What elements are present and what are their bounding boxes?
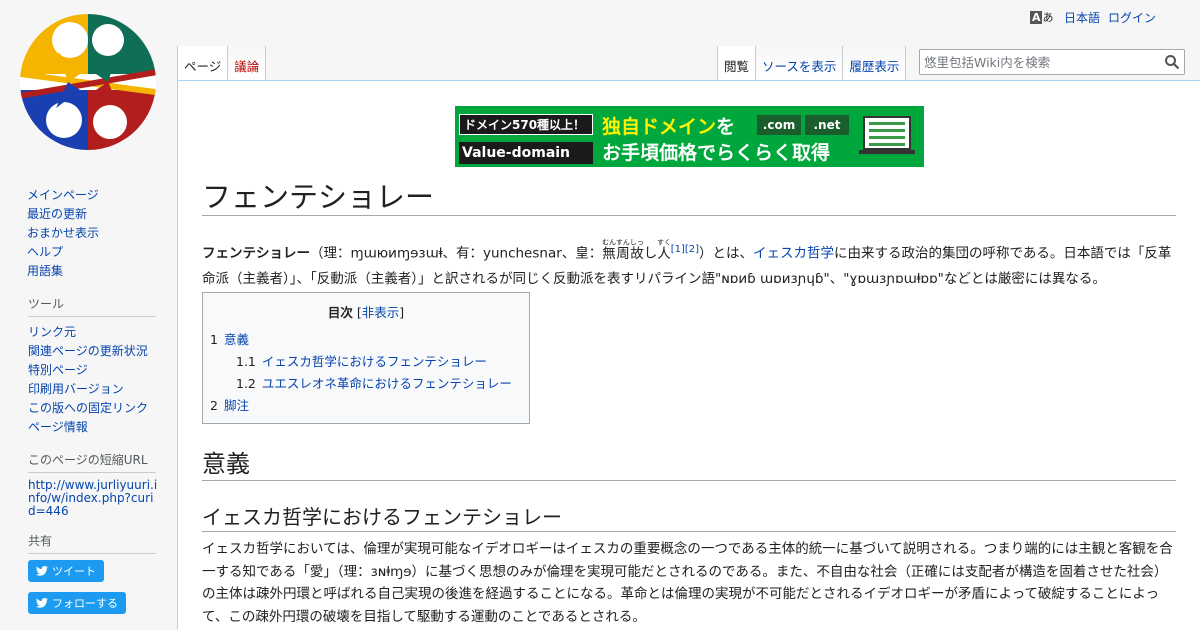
ruby-word-2: 人すく: [656, 238, 671, 262]
sidebar-item-random[interactable]: おまかせ表示: [27, 226, 99, 240]
toc-item[interactable]: 2 脚注: [210, 395, 529, 417]
search-box: [919, 49, 1185, 75]
monitor-stand: [859, 150, 915, 154]
subsection-heading: イェスカ哲学におけるフェンテショレー: [202, 503, 1176, 532]
toc-item[interactable]: 1 意義: [210, 329, 529, 351]
sidebar-item-what-links-here[interactable]: リンク元: [28, 325, 76, 339]
sidebar-shorturl: このページの短縮URL http://www.jurliyuuri.info/w…: [28, 451, 176, 518]
tab-talk[interactable]: 議論: [228, 46, 267, 80]
sidebar-navigation: メインページ 最近の更新 おまかせ表示 ヘルプ 用語集: [27, 186, 176, 281]
tweet-button[interactable]: ツイート: [28, 560, 104, 582]
toc-title: 目次 [非表示]: [327, 305, 405, 320]
lead-text-3: ）とは、: [699, 245, 754, 262]
search-input[interactable]: [920, 50, 1156, 74]
sidebar-item-special-pages[interactable]: 特別ページ: [28, 363, 88, 377]
toc-list: 1 意義 1.1 イェスカ哲学におけるフェンテショレー 1.2 ユエスレオネ革命におけ…: [210, 329, 529, 417]
sidebar-tools-heading: ツール: [28, 295, 156, 317]
sidebar: メインページ 最近の更新 おまかせ表示 ヘルプ 用語集 ツール リンク元 関連ペ…: [0, 180, 176, 630]
banner-headline: 独自ドメインを: [602, 116, 736, 138]
tab-read[interactable]: 閲覧: [717, 46, 757, 80]
sidebar-item-page-info[interactable]: ページ情報: [28, 420, 88, 434]
table-of-contents: 目次 [非表示] 1 意義 1.1 イェスカ哲学におけるフェンテショレー 1.2 ユエ…: [202, 292, 530, 424]
banner-com: .com: [757, 115, 801, 135]
tweet-label: ツイート: [52, 565, 96, 578]
yesuka-philosophy-link[interactable]: イェスカ哲学: [753, 246, 834, 262]
tab-page[interactable]: ページ: [177, 46, 229, 80]
lead-text-2: し: [643, 245, 658, 262]
ad-banner[interactable]: ドメイン570種以上！ Value-domain 独自ドメインを お手頃価格でら…: [455, 106, 924, 167]
twitter-bird-icon: [36, 566, 48, 576]
follow-label: フォローする: [52, 597, 118, 610]
sidebar-item-help[interactable]: ヘルプ: [27, 245, 63, 259]
tab-view-source[interactable]: ソースを表示: [756, 46, 844, 80]
toc-item[interactable]: 1.2 ユエスレオネ革命におけるフェンテショレー: [236, 373, 529, 395]
toc-toggle[interactable]: 非表示: [362, 305, 400, 320]
banner-net: .net: [805, 115, 849, 135]
lead-text-1: （理：ɱɯюиɱɘɜɯⱡ、有：yunchesnar、皇：: [310, 245, 603, 262]
follow-button[interactable]: フォローする: [28, 592, 126, 614]
sidebar-item-permalink[interactable]: この版への固定リンク: [28, 401, 148, 415]
ref-2[interactable]: [2]: [685, 244, 699, 255]
namespace-tabs: ページ 議論: [177, 46, 267, 80]
site-logo[interactable]: [18, 12, 158, 152]
sidebar-item-related-changes[interactable]: 関連ページの更新状況: [28, 344, 148, 358]
sidebar-share: 共有 ツイート フォローする: [28, 532, 176, 624]
monitor-icon: [863, 116, 911, 150]
body-paragraph: イェスカ哲学においては、倫理が実現可能なイデオロギーはイェスカの重要概念の一つで…: [202, 541, 1173, 625]
language-link[interactable]: 日本語: [1064, 9, 1100, 26]
lead-paragraph: フェンテショレー（理：ɱɯюиɱɘɜɯⱡ、有：yunchesnar、皇：無周故む…: [202, 237, 1176, 292]
view-tabs: 閲覧 ソースを表示 履歴表示: [717, 46, 907, 80]
language-icon: Aあ: [1029, 10, 1054, 24]
toc-item[interactable]: 1.1 イェスカ哲学におけるフェンテショレー: [236, 351, 529, 373]
section-heading: 意義: [202, 448, 1176, 481]
lead-term: フェンテショレー: [202, 245, 310, 262]
sidebar-tools: ツール リンク元 関連ページの更新状況 特別ページ 印刷用バージョン この版への…: [28, 295, 176, 437]
banner-brand: Value-domain: [459, 142, 593, 164]
ruby-word-1: 無周故むんすんしっ: [602, 238, 644, 262]
banner-tag: ドメイン570種以上！: [459, 114, 593, 135]
personal-tools: Aあ 日本語 ログイン: [1029, 9, 1156, 26]
sidebar-item-main-page[interactable]: メインページ: [27, 188, 99, 202]
sidebar-item-printable[interactable]: 印刷用バージョン: [28, 382, 124, 396]
sidebar-item-recent-changes[interactable]: 最近の更新: [27, 207, 87, 221]
sidebar-share-heading: 共有: [28, 532, 156, 554]
login-link[interactable]: ログイン: [1108, 9, 1156, 26]
banner-subline: お手頃価格でらくらく取得: [602, 142, 831, 164]
sidebar-shorturl-heading: このページの短縮URL: [28, 451, 156, 473]
sidebar-item-glossary[interactable]: 用語集: [27, 264, 63, 278]
search-icon[interactable]: [1164, 54, 1180, 70]
content-area: ドメイン570種以上！ Value-domain 独自ドメインを お手頃価格でら…: [177, 80, 1200, 630]
shorturl-link[interactable]: http://www.jurliyuuri.info/w/index.php?c…: [28, 479, 158, 518]
twitter-bird-icon: [36, 598, 48, 608]
page-title: フェンテショレー: [202, 179, 1176, 216]
ref-1[interactable]: [1]: [671, 244, 685, 255]
tab-history[interactable]: 履歴表示: [843, 46, 907, 80]
